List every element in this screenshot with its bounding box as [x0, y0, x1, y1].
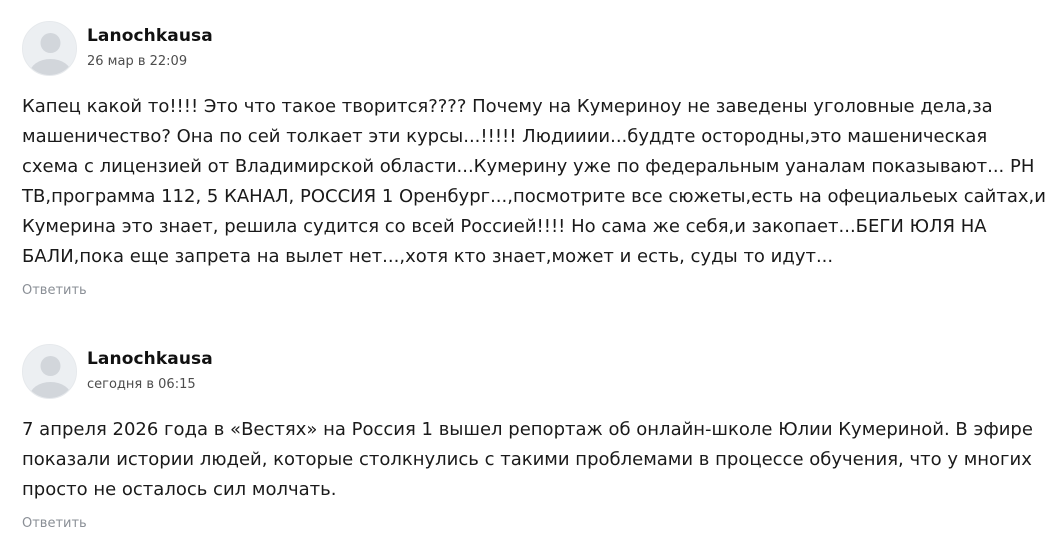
comment-text: 7 апреля 2026 года в «Вестях» на Россия …: [22, 419, 1033, 500]
comment-header: Lanochkausa 26 мар в 22:09: [22, 21, 1052, 77]
user-placeholder-icon: [23, 345, 76, 398]
avatar[interactable]: [22, 344, 77, 399]
comment: Lanochkausa сегодня в 06:15 7 апреля 202…: [22, 344, 1052, 532]
comment-date: 26 мар в 22:09: [87, 54, 188, 69]
comment-date: сегодня в 06:15: [87, 377, 196, 392]
avatar[interactable]: [22, 21, 77, 76]
user-placeholder-icon: [23, 22, 76, 75]
comment-text: Капец какой то!!!! Это что такое творитс…: [22, 96, 1046, 267]
comment: Lanochkausa 26 мар в 22:09 Капец какой т…: [22, 21, 1052, 299]
author-name[interactable]: Lanochkausa: [87, 25, 213, 47]
reply-button[interactable]: Ответить: [22, 283, 87, 299]
comment-meta: Lanochkausa сегодня в 06:15: [87, 344, 213, 393]
author-name[interactable]: Lanochkausa: [87, 348, 213, 370]
reply-button[interactable]: Ответить: [22, 516, 87, 532]
comment-header: Lanochkausa сегодня в 06:15: [22, 344, 1052, 400]
comment-meta: Lanochkausa 26 мар в 22:09: [87, 21, 213, 70]
